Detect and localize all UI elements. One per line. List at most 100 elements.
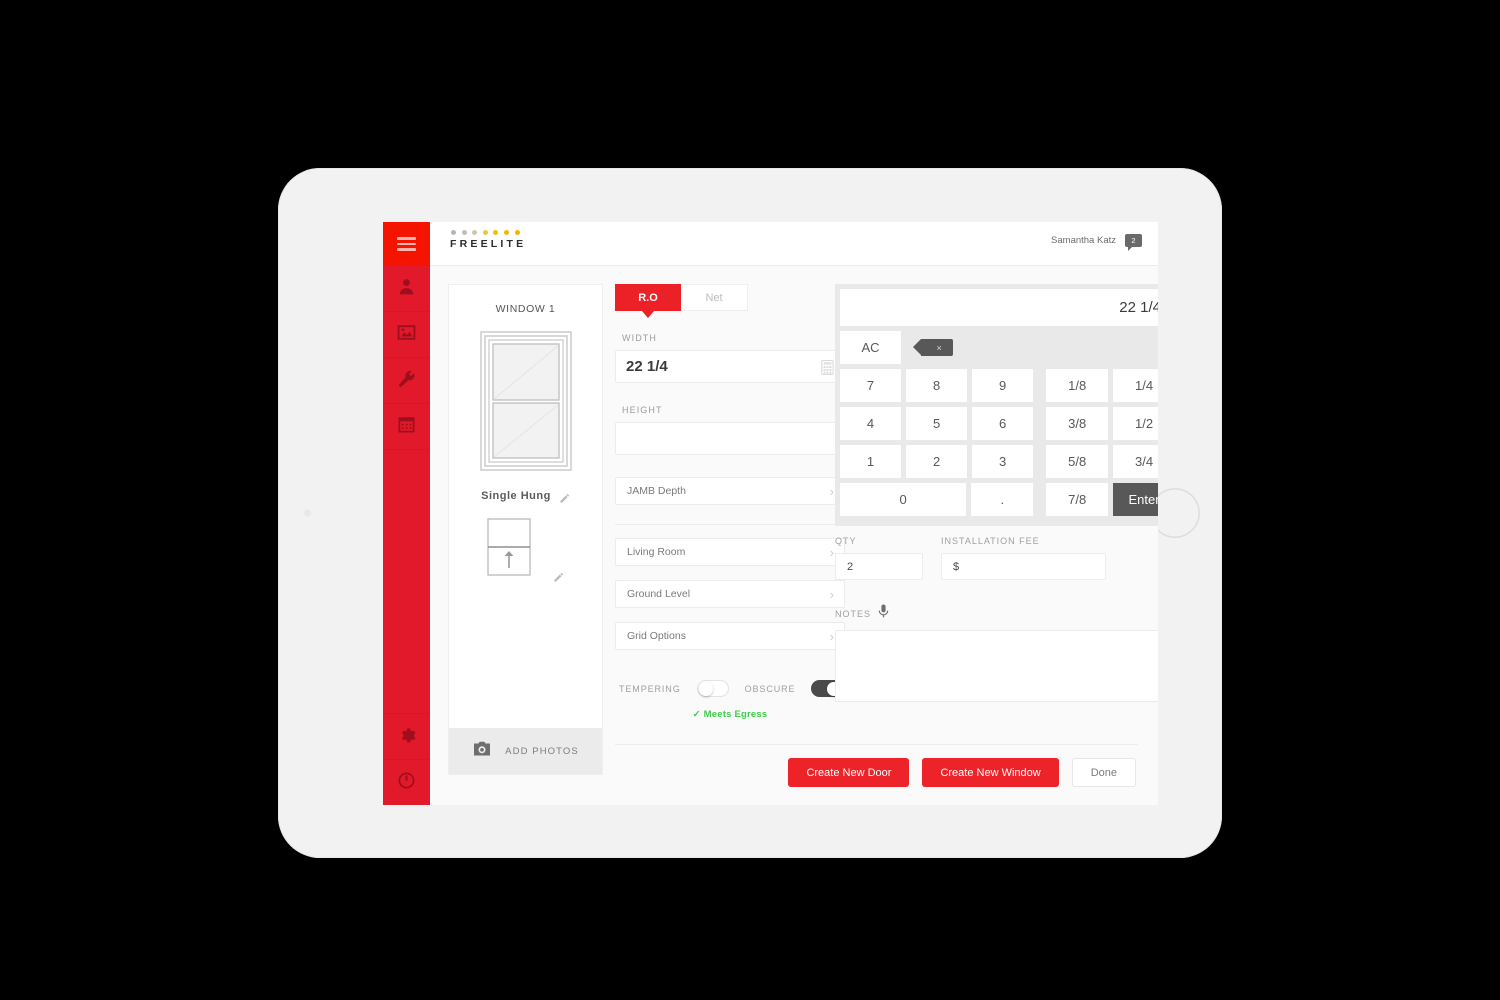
key-fraction-7-8[interactable]: 7/8 [1046, 483, 1109, 516]
logo-dot [503, 230, 509, 235]
grid-options-select[interactable]: Grid Options › [615, 622, 845, 650]
window-type-row[interactable]: Single Hung [449, 490, 602, 503]
notes-header: NOTES [835, 604, 1158, 623]
key-clear[interactable]: AC [840, 331, 902, 364]
logo-dot [493, 230, 499, 235]
footer-actions: Create New Door Create New Window Done [788, 758, 1136, 787]
key-decimal[interactable]: . [971, 483, 1034, 516]
key-fraction-1-8[interactable]: 1/8 [1046, 369, 1109, 402]
key-9[interactable]: 9 [972, 369, 1034, 402]
options-column: Living Room › Ground Level › Grid Option… [615, 524, 845, 720]
quantity-input[interactable]: 2 [835, 553, 923, 580]
key-3[interactable]: 3 [972, 445, 1034, 478]
done-button[interactable]: Done [1071, 758, 1136, 787]
key-2[interactable]: 2 [906, 445, 968, 478]
tablet-device: FREELITE Samantha Katz 2 WINDOW 1 Single… [278, 168, 1222, 858]
jamb-depth-select[interactable]: JAMB Depth › [615, 477, 845, 505]
tab-net[interactable]: Net [681, 284, 748, 311]
calendar-icon [397, 415, 416, 439]
logo-dot [472, 230, 478, 235]
tempering-label: TEMPERING [619, 683, 681, 694]
chevron-right-icon: › [829, 544, 834, 560]
operation-diagram [487, 518, 531, 581]
jamb-depth-label: JAMB Depth [627, 485, 686, 497]
room-value: Living Room [627, 546, 686, 558]
logo-dot [461, 230, 467, 235]
key-5[interactable]: 5 [906, 407, 968, 440]
key-8[interactable]: 8 [906, 369, 968, 402]
hamburger-icon [397, 234, 416, 254]
add-photos-button[interactable]: ADD PHOTOS [449, 728, 602, 774]
sidebar-item-contacts[interactable] [383, 266, 430, 312]
key-enter[interactable]: Enter [1113, 483, 1158, 516]
sidebar-item-power[interactable] [383, 759, 430, 805]
keypad-row-456: 4 5 6 [840, 407, 1034, 440]
measure-mode-tabs: R.O Net [615, 284, 748, 318]
tab-ro[interactable]: R.O [615, 284, 681, 311]
keypad-fraction-row-2: 3/8 1/2 [1046, 407, 1158, 440]
key-fraction-5-8[interactable]: 5/8 [1046, 445, 1109, 478]
obscure-label: OBSCURE [744, 683, 796, 694]
sidebar-item-settings[interactable] [383, 713, 430, 759]
notes-label: NOTES [835, 608, 872, 619]
camera-icon [472, 741, 492, 762]
qty-label: QTY [835, 536, 857, 546]
gear-icon [397, 725, 416, 749]
level-select[interactable]: Ground Level › [615, 580, 845, 608]
width-value: 22 1/4 [626, 358, 668, 375]
key-blank [972, 331, 1033, 364]
user-area[interactable]: Samantha Katz 2 [1051, 234, 1142, 251]
chevron-right-icon: › [829, 586, 834, 602]
power-icon [397, 771, 416, 795]
sidebar-item-schedule[interactable] [383, 404, 430, 450]
key-7[interactable]: 7 [840, 369, 902, 402]
sidebar-item-tools[interactable] [383, 358, 430, 404]
notes-textarea[interactable] [835, 630, 1158, 702]
keypad-row-123: 1 2 3 [840, 445, 1034, 478]
keypad-row-utility: AC × [840, 331, 1033, 364]
key-fraction-3-4[interactable]: 3/4 [1113, 445, 1158, 478]
keypad-numbers: AC × 7 8 9 4 5 6 1 2 3 0 . [840, 331, 1034, 521]
installation-fee-input[interactable]: $ [941, 553, 1106, 580]
top-bar: FREELITE Samantha Katz 2 [430, 222, 1158, 266]
user-name: Samantha Katz [1051, 235, 1116, 246]
keypad-fractions: 1/8 1/4 3/8 1/2 5/8 3/4 7/8 Enter [1046, 331, 1158, 521]
height-input[interactable] [615, 422, 845, 455]
key-6[interactable]: 6 [972, 407, 1034, 440]
key-backspace[interactable]: × [906, 331, 967, 364]
operation-pencil-icon[interactable] [553, 570, 564, 582]
create-new-door-button[interactable]: Create New Door [788, 758, 910, 787]
key-fraction-1-4[interactable]: 1/4 [1113, 369, 1158, 402]
room-select[interactable]: Living Room › [615, 538, 845, 566]
key-0[interactable]: 0 [840, 483, 967, 516]
rail-spacer [383, 450, 430, 713]
app-screen: FREELITE Samantha Katz 2 WINDOW 1 Single… [383, 222, 1158, 805]
tempering-toggle[interactable] [696, 680, 729, 697]
image-icon [397, 323, 416, 347]
calculator-icon[interactable] [821, 360, 834, 379]
add-photos-label: ADD PHOTOS [505, 745, 579, 757]
backspace-icon: × [912, 339, 953, 356]
key-4[interactable]: 4 [840, 407, 902, 440]
keypad-fraction-row-1: 1/8 1/4 [1046, 369, 1158, 402]
hamburger-menu-button[interactable] [383, 222, 430, 266]
numeric-keypad: 22 1/4 AC × 7 8 9 4 5 6 1 2 3 0 . 1/8 1/… [835, 284, 1158, 526]
microphone-icon[interactable] [878, 604, 889, 623]
window-title: WINDOW 1 [495, 303, 556, 315]
messages-badge[interactable]: 2 [1125, 234, 1142, 251]
key-fraction-3-8[interactable]: 3/8 [1046, 407, 1109, 440]
key-1[interactable]: 1 [840, 445, 902, 478]
logo-dot [514, 230, 520, 235]
sidebar-item-photos[interactable] [383, 312, 430, 358]
width-input[interactable]: 22 1/4 [615, 350, 845, 383]
create-new-window-button[interactable]: Create New Window [922, 758, 1059, 787]
egress-check-icon: ✓ [692, 709, 701, 720]
logo-dot [451, 230, 456, 235]
pencil-icon[interactable] [559, 491, 570, 503]
key-fraction-1-2[interactable]: 1/2 [1113, 407, 1158, 440]
details-inputs: 2 $ [835, 553, 1158, 580]
window-preview-card: WINDOW 1 Single Hung ADD PHOTOS [448, 284, 603, 775]
level-value: Ground Level [627, 588, 691, 600]
operation-row [449, 518, 602, 582]
chevron-right-icon: › [829, 483, 834, 499]
